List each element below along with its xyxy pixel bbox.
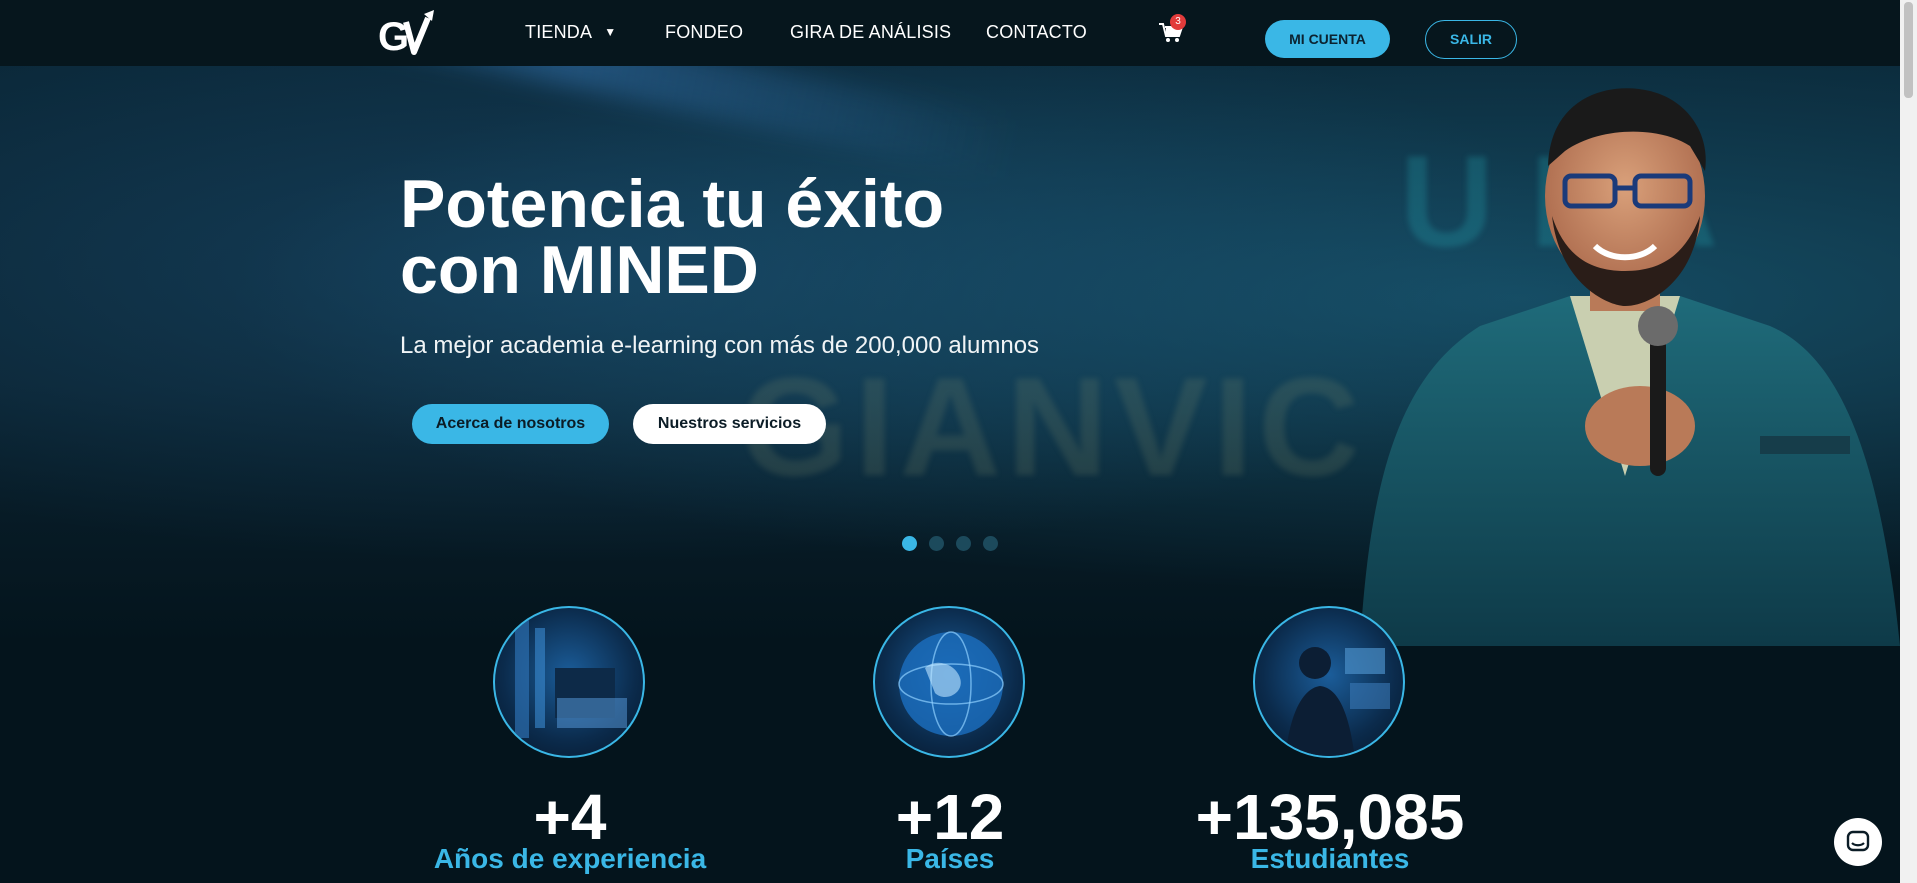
background-light-streak	[123, 66, 1017, 179]
server-room-image	[493, 606, 645, 758]
nav-item-contacto[interactable]: CONTACTO	[986, 22, 1087, 43]
page-scrollbar[interactable]	[1900, 0, 1917, 883]
nav-item-gira[interactable]: GIRA DE ANÁLISIS	[790, 22, 951, 43]
hero-slider: U RA GIANVIC	[0, 66, 1900, 646]
trader-monitors-image	[1253, 606, 1405, 758]
top-navbar: G TIENDA ▼ FONDEO GIRA DE ANÁLISIS CONTAC…	[0, 0, 1900, 66]
globe-image	[873, 606, 1025, 758]
cart-count-badge: 3	[1170, 14, 1186, 30]
stat-label: Años de experiencia	[433, 843, 707, 874]
slider-dot[interactable]	[956, 536, 971, 551]
svg-text:G: G	[378, 15, 409, 58]
my-account-button[interactable]: MI CUENTA	[1265, 20, 1390, 58]
slider-dot[interactable]	[983, 536, 998, 551]
slider-pagination	[902, 536, 1002, 552]
presenter-photo	[1360, 88, 1900, 646]
background-stage-banner: GIANVIC	[740, 348, 1366, 505]
hero-title-line: con MINED	[400, 232, 759, 308]
stats-section: +4 Años de experiencia +12 Países +135,0…	[0, 590, 1900, 883]
stat-label: Estudiantes	[1250, 843, 1410, 874]
stat-label: Países	[905, 843, 995, 874]
about-us-button[interactable]: Acerca de nosotros	[412, 404, 609, 444]
logout-button[interactable]: SALIR	[1425, 20, 1517, 59]
caret-down-icon: ▼	[604, 25, 617, 39]
chat-launcher-button[interactable]	[1834, 818, 1882, 866]
hero-title-line: Potencia tu éxito	[400, 166, 945, 242]
slider-dot[interactable]	[929, 536, 944, 551]
nav-item-fondeo[interactable]: FONDEO	[665, 22, 743, 43]
gv-logo[interactable]: G	[378, 8, 442, 58]
hero-subtitle: La mejor academia e-learning con más de …	[400, 332, 1040, 359]
hero-title: Potencia tu éxito con MINED	[400, 166, 1100, 308]
nav-item-tienda[interactable]: TIENDA ▼	[525, 22, 616, 43]
slider-dot[interactable]	[902, 536, 917, 551]
scrollbar-thumb[interactable]	[1904, 2, 1913, 98]
our-services-button[interactable]: Nuestros servicios	[633, 404, 826, 444]
chat-bubble-icon	[1846, 830, 1870, 852]
nav-item-label: TIENDA	[525, 22, 593, 42]
